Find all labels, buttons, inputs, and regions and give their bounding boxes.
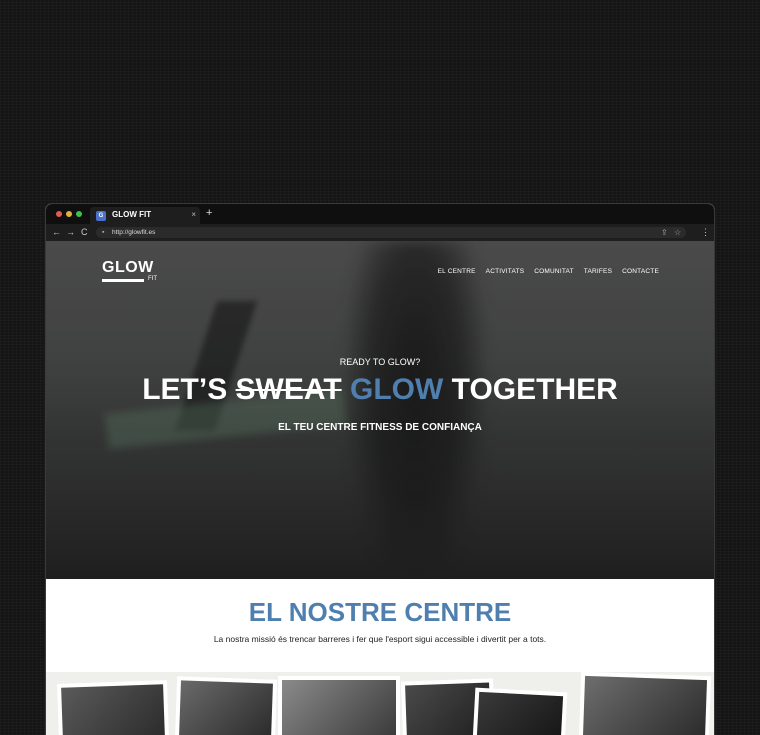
nav-item-el-centre[interactable]: EL CENTRE [438, 268, 476, 275]
url-text[interactable]: http://glowfit.es [112, 227, 155, 238]
share-icon[interactable]: ⇪ [661, 227, 668, 238]
hero-headline: LET’S SWEAT GLOW TOGETHER [46, 373, 714, 407]
minimize-window-icon[interactable] [66, 211, 72, 217]
section-title: EL NOSTRE CENTRE [248, 597, 512, 627]
gallery-photo[interactable] [174, 676, 278, 735]
tab-close-icon[interactable]: × [191, 210, 196, 219]
maximize-window-icon[interactable] [76, 211, 82, 217]
back-icon[interactable]: ← [52, 227, 61, 237]
lock-icon: ▪ [102, 229, 105, 236]
main-nav: EL CENTRE ACTIVITATS COMUNITAT TARIFES C… [438, 268, 659, 275]
forward-icon[interactable]: → [66, 227, 75, 237]
tab-bar: G GLOW FIT × + [46, 204, 714, 224]
nav-item-tarifes[interactable]: TARIFES [584, 268, 612, 275]
nav-item-comunitat[interactable]: COMUNITAT [534, 268, 573, 275]
site-favicon-icon: G [96, 211, 106, 221]
address-bar: ← → C ▪ http://glowfit.es ⇪ ☆ ⋮ [46, 224, 714, 241]
browser-menu-icon[interactable]: ⋮ [701, 227, 710, 237]
gallery-photo[interactable] [472, 687, 568, 735]
photo-strip [46, 671, 714, 735]
centre-section: EL NOSTRE CENTRE La nostra missió és tre… [46, 579, 714, 735]
logo-sub: FIT [148, 276, 157, 282]
logo-underline [102, 279, 144, 282]
hero-overlay [46, 241, 714, 579]
gallery-photo[interactable] [56, 680, 170, 735]
url-field[interactable]: ▪ http://glowfit.es ⇪ ☆ [96, 227, 686, 238]
nav-item-activitats[interactable]: ACTIVITATS [486, 268, 525, 275]
nav-item-contacte[interactable]: CONTACTE [622, 268, 659, 275]
site-logo[interactable]: GLOW [102, 259, 154, 277]
browser-tab[interactable]: G GLOW FIT × [90, 207, 200, 224]
section-subtitle: La nostra missió és trencar barreres i f… [213, 634, 547, 644]
hero-kicker: READY TO GLOW? [339, 357, 421, 367]
tab-title: GLOW FIT [112, 210, 152, 219]
headline-part1: LET’S [142, 373, 236, 406]
close-window-icon[interactable] [56, 211, 62, 217]
gallery-photo[interactable] [278, 676, 400, 735]
reload-icon[interactable]: C [81, 227, 88, 237]
headline-strike: SWEAT [235, 373, 342, 406]
new-tab-icon[interactable]: + [206, 207, 212, 219]
browser-window: G GLOW FIT × + ← → C ▪ http://glowfit.es… [46, 204, 714, 735]
headline-blue: GLOW [350, 373, 444, 406]
headline-part2: TOGETHER [451, 373, 618, 406]
hero-section: GLOW FIT EL CENTRE ACTIVITATS COMUNITAT … [46, 241, 714, 579]
gallery-photo[interactable] [578, 671, 712, 735]
hero-subline: EL TEU CENTRE FITNESS DE CONFIANÇA [278, 422, 482, 433]
star-icon[interactable]: ☆ [674, 227, 681, 238]
